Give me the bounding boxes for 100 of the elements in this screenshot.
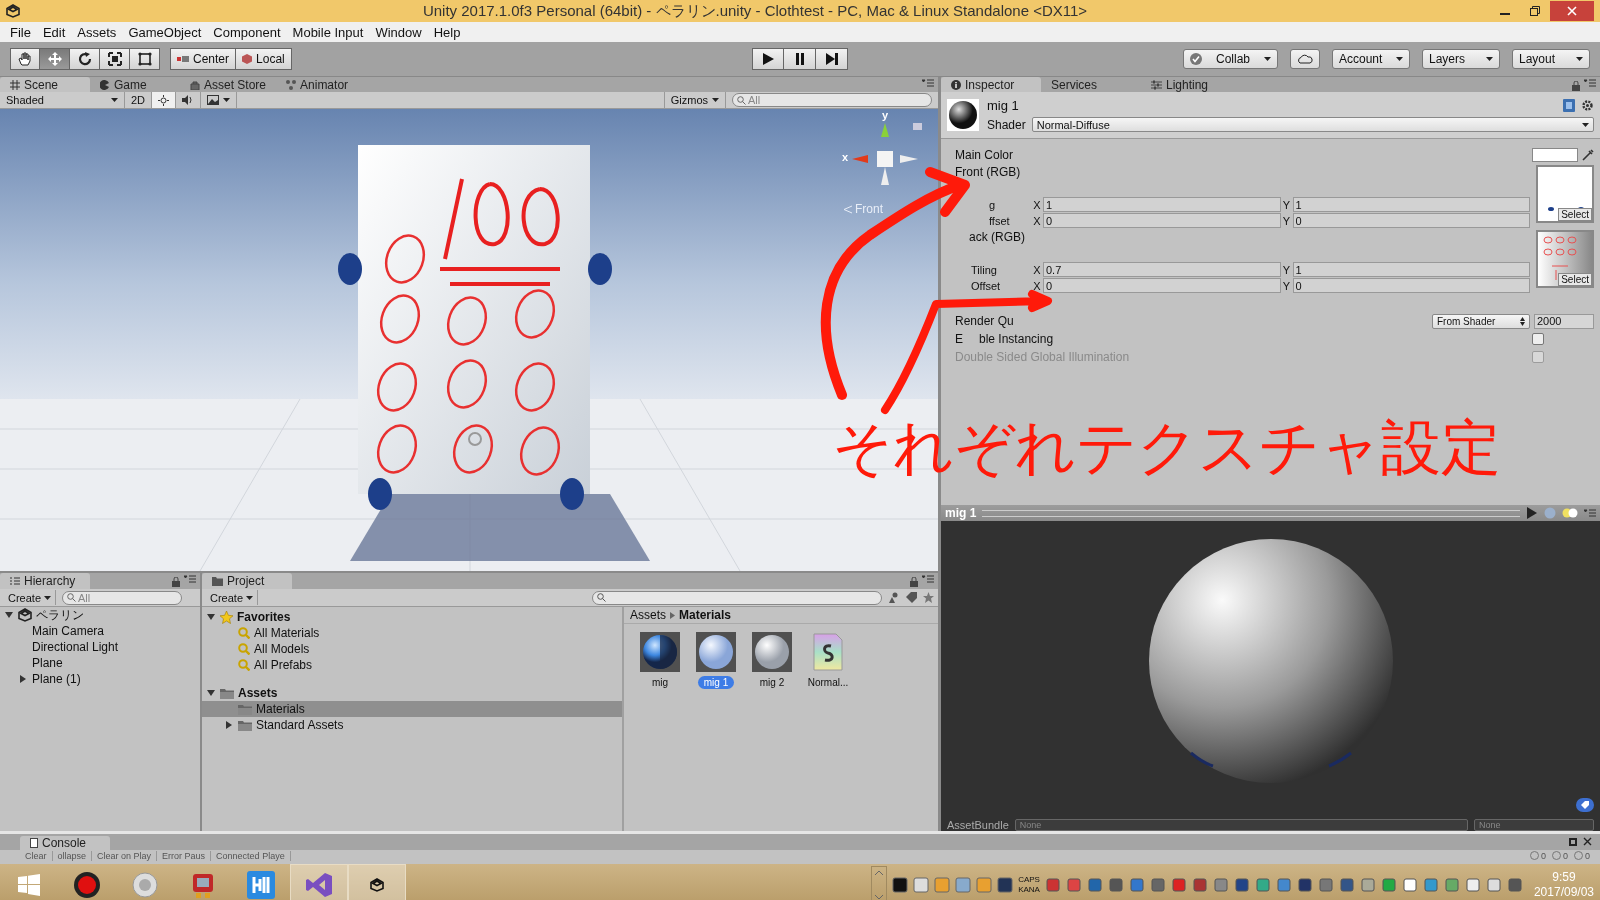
tool-button[interactable]: [70, 48, 100, 70]
star-icon[interactable]: [923, 592, 934, 603]
menu-item[interactable]: Window: [369, 24, 428, 40]
gizmos-dropdown[interactable]: Gizmos: [663, 92, 726, 108]
number-field[interactable]: 0: [1292, 213, 1530, 228]
scene-name[interactable]: ペラリン: [36, 606, 84, 624]
filter-icon[interactable]: [888, 592, 900, 603]
panel-menu-icon[interactable]: [1584, 79, 1596, 87]
menu-item[interactable]: Assets: [71, 24, 123, 40]
tool-button[interactable]: [130, 48, 160, 70]
tree-item[interactable]: Favorites: [237, 610, 291, 624]
tool-button[interactable]: [10, 48, 40, 70]
texture-slot[interactable]: Select: [1536, 165, 1594, 223]
shader-dropdown[interactable]: Normal-Diffuse: [1031, 117, 1594, 132]
play-button[interactable]: [752, 48, 784, 70]
select-button[interactable]: Select: [1558, 208, 1592, 221]
hierarchy-item[interactable]: Plane: [32, 656, 63, 670]
light-toggle[interactable]: [152, 92, 177, 108]
close-button[interactable]: [1550, 1, 1594, 21]
create-dropdown[interactable]: Create: [4, 590, 57, 605]
shading-dropdown[interactable]: Shaded: [0, 92, 125, 108]
expand-arrow-icon[interactable]: [225, 721, 233, 729]
number-field[interactable]: 0: [1292, 278, 1530, 293]
asset-label[interactable]: mig 1: [697, 676, 735, 689]
tool-button[interactable]: [100, 48, 130, 70]
tree-item[interactable]: All Models: [254, 642, 310, 656]
panel-tab[interactable]: Game: [90, 77, 180, 92]
expand-arrow-icon[interactable]: [207, 613, 215, 621]
settings-icon[interactable]: [1581, 99, 1594, 112]
expand-arrow-icon[interactable]: [207, 689, 215, 697]
panel-tab[interactable]: Project: [202, 573, 292, 589]
console-toolbar-button[interactable]: Error Paus: [157, 850, 212, 861]
tree-item[interactable]: All Materials: [254, 626, 320, 640]
search-field[interactable]: [592, 590, 882, 605]
step-button[interactable]: [816, 48, 848, 70]
pivot-local-button[interactable]: Local: [236, 48, 292, 70]
maximize-icon[interactable]: [1569, 838, 1577, 846]
tray-icon[interactable]: [1296, 876, 1313, 893]
expand-arrow-icon[interactable]: [19, 675, 27, 683]
menu-item[interactable]: File: [4, 24, 37, 40]
panel-tab[interactable]: Lighting: [1141, 77, 1241, 92]
panel-menu-icon[interactable]: [184, 575, 196, 583]
panel-tab[interactable]: Inspector: [941, 77, 1041, 92]
message-count[interactable]: 0: [1540, 850, 1546, 861]
lights-icon[interactable]: [1562, 508, 1578, 518]
pivot-center-button[interactable]: Center: [170, 48, 237, 70]
lock-icon[interactable]: [172, 577, 180, 587]
number-field[interactable]: 2000: [1534, 313, 1594, 329]
number-field[interactable]: 0.7: [1043, 262, 1281, 277]
console-toolbar-button[interactable]: ollapse: [52, 850, 93, 861]
color-field[interactable]: [1532, 148, 1578, 162]
panel-menu-icon[interactable]: [922, 575, 934, 583]
tray-icon[interactable]: [1401, 876, 1418, 893]
select-button[interactable]: Select: [1558, 273, 1592, 286]
close-icon[interactable]: [1583, 837, 1592, 846]
checkbox[interactable]: [1532, 333, 1544, 345]
panel-tab[interactable]: Services: [1041, 77, 1141, 92]
menu-item[interactable]: GameObject: [122, 24, 208, 40]
menu-item[interactable]: Help: [427, 24, 467, 40]
number-field[interactable]: 0: [1043, 278, 1281, 293]
restore-icon[interactable]: [1530, 6, 1540, 16]
panel-tab[interactable]: Hierarchy: [0, 573, 90, 589]
asset-label[interactable]: Normal...: [801, 676, 855, 689]
message-count[interactable]: 0: [1585, 850, 1590, 861]
collab-dropdown[interactable]: Collab: [1182, 49, 1278, 69]
tray-icon[interactable]: [1233, 876, 1250, 893]
asset-label[interactable]: mig: [645, 676, 675, 689]
lock-icon[interactable]: [1572, 81, 1580, 91]
hierarchy-item[interactable]: Directional Light: [32, 640, 119, 654]
tray-icon[interactable]: [997, 876, 1014, 893]
lock-icon[interactable]: [910, 577, 918, 587]
toolbar-dropdown[interactable]: Layers: [1422, 49, 1500, 69]
console-toolbar-button[interactable]: Clear on Play: [92, 850, 158, 861]
number-field[interactable]: 0: [1043, 213, 1281, 228]
tree-item[interactable]: All Prefabs: [254, 658, 313, 672]
expand-arrow-icon[interactable]: [5, 611, 13, 619]
toolbar-dropdown[interactable]: Layout: [1512, 49, 1590, 69]
toolbar-dropdown[interactable]: Account: [1332, 49, 1410, 69]
tag-icon[interactable]: [1576, 798, 1594, 812]
panel-menu-icon[interactable]: [1584, 509, 1596, 517]
tray-icon[interactable]: [892, 876, 909, 893]
hierarchy-item[interactable]: Main Camera: [32, 624, 105, 638]
ime-indicator[interactable]: KANA: [1018, 884, 1040, 895]
tree-item[interactable]: Assets: [238, 686, 278, 700]
menu-item[interactable]: Mobile Input: [286, 24, 370, 40]
console-toolbar-button[interactable]: Clear: [20, 850, 53, 861]
menu-item[interactable]: Component: [207, 24, 287, 40]
tree-item[interactable]: Materials: [256, 702, 305, 716]
help-book-icon[interactable]: [1563, 99, 1575, 112]
texture-slot[interactable]: Select: [1536, 230, 1594, 288]
ime-indicator[interactable]: CAPS: [1018, 874, 1040, 885]
play-icon[interactable]: [1526, 507, 1538, 519]
panel-tab[interactable]: Console: [20, 836, 110, 850]
breadcrumb-link[interactable]: Assets: [630, 608, 666, 622]
panel-tab[interactable]: Animator: [276, 77, 367, 92]
hierarchy-item[interactable]: Plane (1): [32, 672, 81, 686]
number-field[interactable]: 1: [1292, 262, 1530, 277]
panel-tab[interactable]: Scene: [0, 77, 90, 92]
create-dropdown[interactable]: Create: [206, 590, 259, 605]
breadcrumb-link[interactable]: Materials: [679, 608, 732, 622]
